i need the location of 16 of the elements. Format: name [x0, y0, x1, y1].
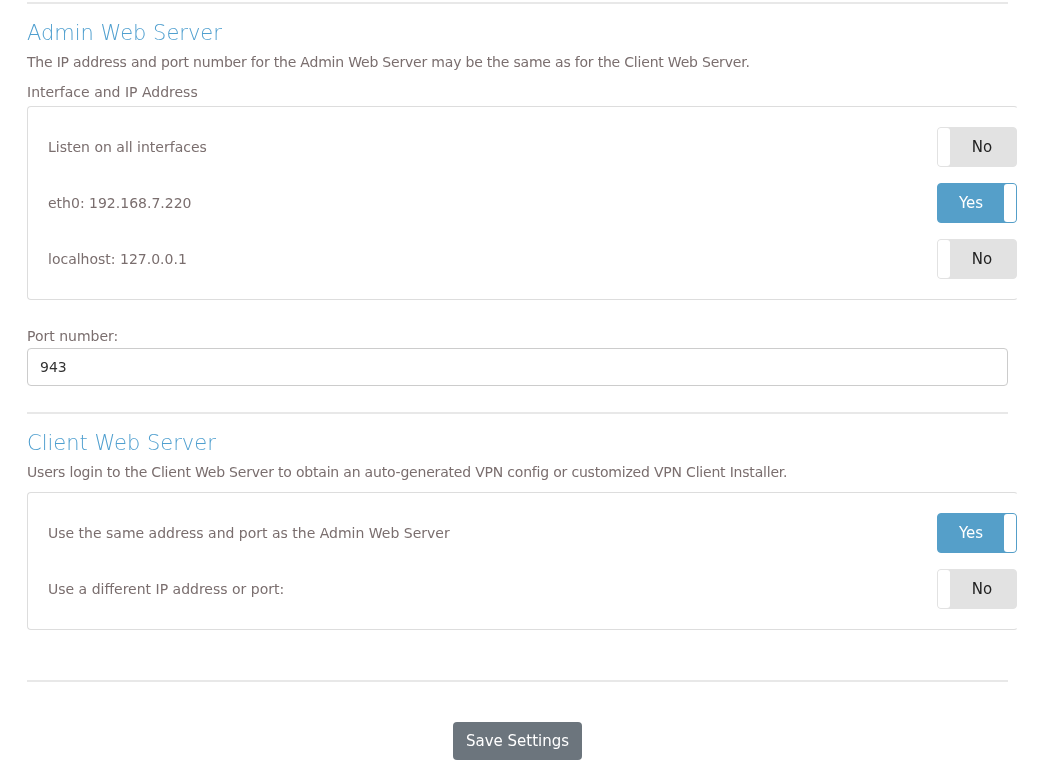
- option-label: eth0: 192.168.7.220: [48, 195, 192, 211]
- option-label: Use a different IP address or port:: [48, 581, 285, 597]
- section-description: Users login to the Client Web Server to obtain an auto-generated VPN config or customized VPN Client Installer.: [27, 463, 789, 482]
- group-label: Interface and IP Address: [27, 83, 199, 102]
- save-button[interactable]: Save Settings: [452, 722, 583, 760]
- port-label: Port number:: [27, 328, 120, 344]
- port-field[interactable]: 943: [27, 348, 1008, 386]
- toggle-switch[interactable]: No: [937, 127, 1017, 167]
- option-label: localhost: 127.0.0.1: [48, 251, 187, 267]
- section-heading: Admin Web Server: [27, 20, 223, 46]
- toggle-switch[interactable]: No: [937, 239, 1017, 279]
- toggle-switch[interactable]: No: [937, 569, 1017, 609]
- section-description: The IP address and port number for the Admin Web Server may be the same as for the Client Web Server.: [27, 53, 751, 72]
- option-label: Listen on all interfaces: [48, 139, 207, 155]
- option-label: Use the same address and port as the Admin Web Server: [48, 525, 450, 541]
- section-heading: Client Web Server: [27, 430, 217, 456]
